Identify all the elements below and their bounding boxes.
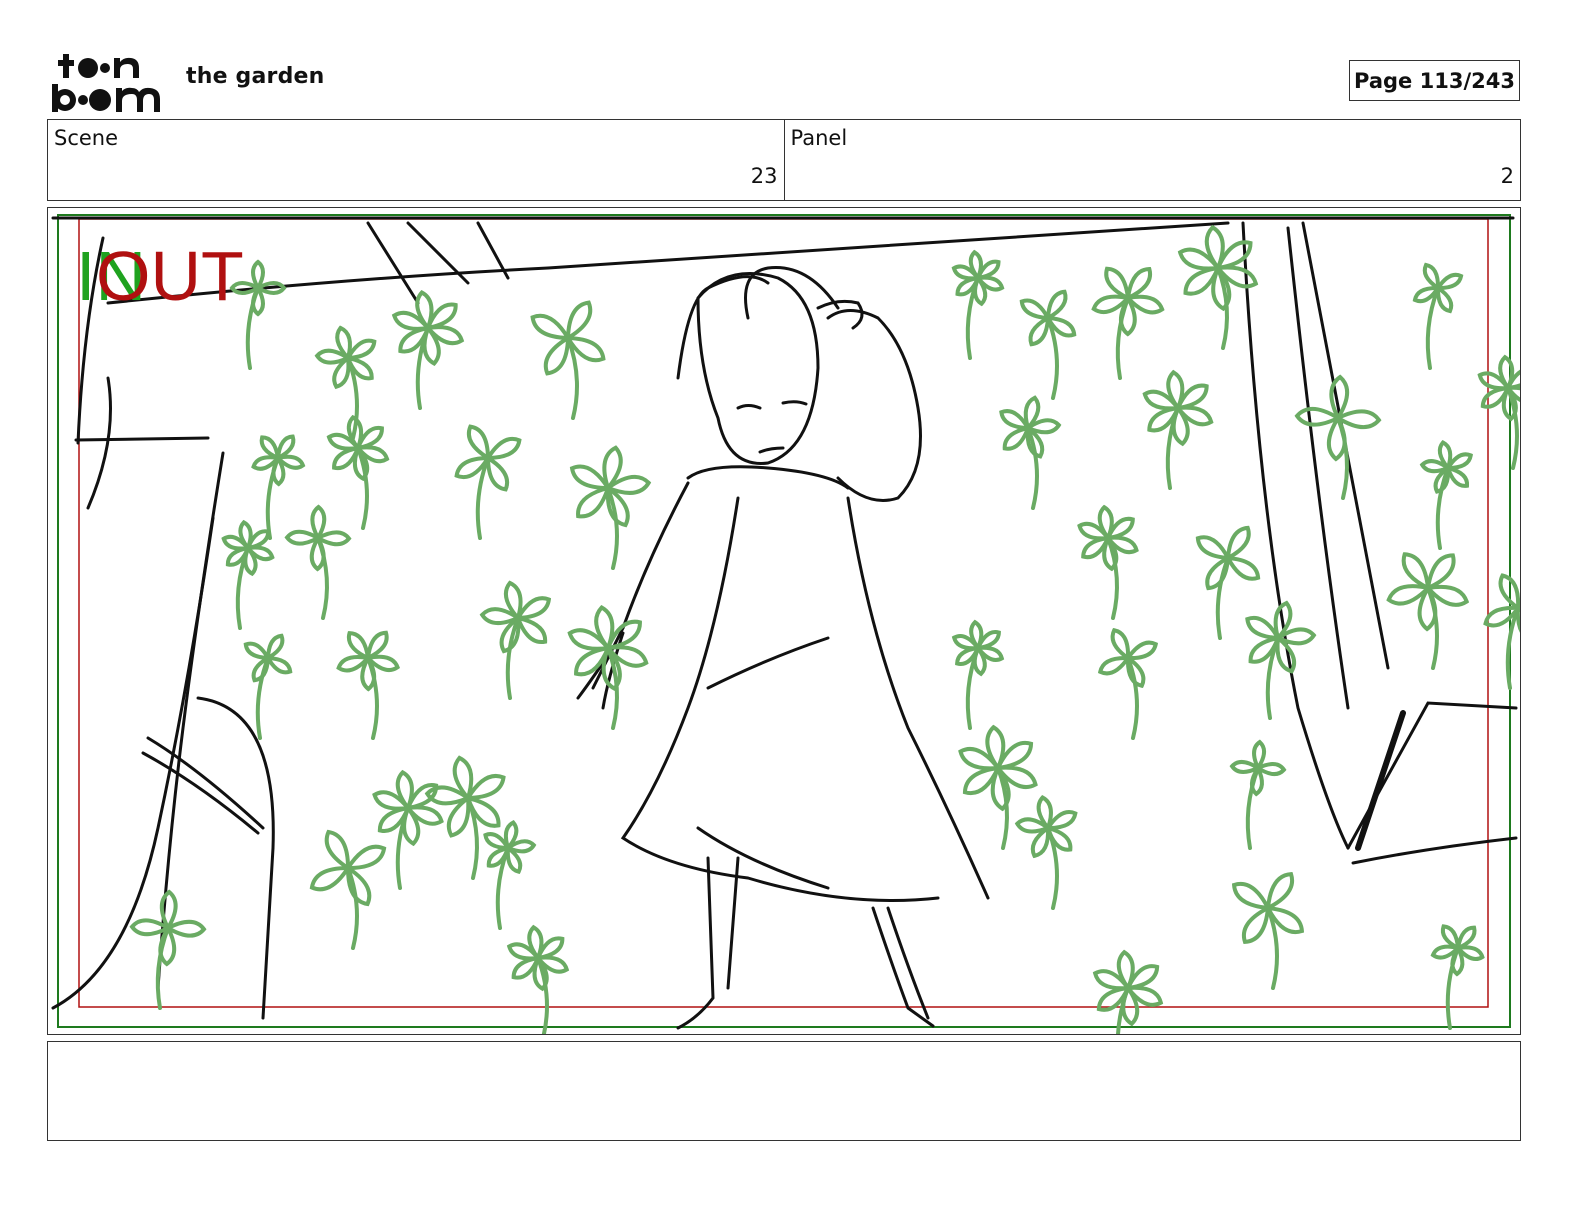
camera-frame-green bbox=[57, 214, 1511, 1028]
stem-stroke bbox=[1115, 296, 1130, 380]
leaf-stroke bbox=[1226, 556, 1261, 581]
leaf-stroke bbox=[1019, 298, 1050, 320]
stem-stroke bbox=[155, 926, 170, 1010]
leaf-stroke bbox=[1166, 369, 1185, 410]
leaf-stroke bbox=[324, 829, 351, 870]
out-marker: OUT bbox=[96, 237, 244, 315]
leaf-stroke bbox=[1440, 924, 1460, 950]
leaf-stroke bbox=[1456, 925, 1477, 950]
leaf-stroke bbox=[276, 434, 296, 460]
leaf-stroke bbox=[1002, 426, 1030, 451]
leaf-stroke bbox=[1226, 525, 1251, 560]
leaf-stroke bbox=[1046, 289, 1068, 320]
page-indicator-label: Page 113/243 bbox=[1354, 68, 1515, 93]
leaf-stroke bbox=[266, 656, 293, 675]
leaf-stroke bbox=[426, 325, 465, 346]
leaf-stroke bbox=[486, 436, 522, 460]
panel-cell: Panel 2 bbox=[783, 120, 1521, 200]
leaf-stroke bbox=[516, 596, 552, 620]
stem-stroke bbox=[245, 286, 260, 370]
leaf-stroke bbox=[310, 504, 327, 540]
scene-number: 23 bbox=[750, 164, 778, 188]
leaf-stroke bbox=[1195, 535, 1230, 560]
scene-label: Scene bbox=[54, 126, 119, 150]
leaf-stroke bbox=[1028, 316, 1050, 347]
project-title: the garden bbox=[186, 64, 325, 89]
leaf-stroke bbox=[346, 844, 387, 871]
leaf-stroke bbox=[1446, 466, 1470, 488]
toon-boom-logo bbox=[50, 50, 165, 114]
leaf-stroke bbox=[346, 631, 370, 660]
foliage-sketch bbox=[129, 224, 1520, 1034]
panel-sketch: IN OUT bbox=[51, 214, 1520, 1034]
leaf-stroke bbox=[1422, 262, 1441, 290]
leaf-stroke bbox=[1436, 272, 1464, 291]
leaf-stroke bbox=[259, 435, 280, 460]
leaf-stroke bbox=[243, 641, 270, 660]
leaf-stroke bbox=[516, 616, 548, 645]
leaf-stroke bbox=[1126, 985, 1164, 1007]
stem-stroke bbox=[366, 656, 379, 740]
leaf-stroke bbox=[1266, 871, 1295, 910]
leaf-stroke bbox=[266, 633, 285, 660]
leaf-stroke bbox=[1401, 552, 1430, 590]
stem-stroke bbox=[1245, 766, 1260, 850]
leaf-stroke bbox=[566, 300, 593, 340]
stem-stroke bbox=[265, 456, 280, 540]
leaf-stroke bbox=[1097, 655, 1130, 676]
leaf-stroke bbox=[1126, 266, 1153, 300]
leaf-stroke bbox=[1426, 553, 1456, 590]
leaf-stroke bbox=[316, 530, 352, 547]
background-sketch bbox=[51, 216, 1518, 1020]
stem-stroke bbox=[1445, 946, 1460, 1030]
leaf-stroke bbox=[1231, 881, 1270, 910]
leaf-stroke bbox=[1329, 374, 1350, 420]
page-indicator: Page 113/243 bbox=[1349, 60, 1520, 101]
leaf-stroke bbox=[486, 456, 510, 492]
leaf-stroke bbox=[1245, 615, 1280, 640]
panel-number: 2 bbox=[1500, 164, 1514, 188]
storyboard-panel: IN OUT bbox=[47, 207, 1521, 1035]
leaf-stroke bbox=[1241, 906, 1270, 945]
panel-label: Panel bbox=[790, 126, 848, 150]
leaf-stroke bbox=[576, 486, 610, 519]
character-sketch bbox=[576, 266, 990, 1030]
leaf-stroke bbox=[1104, 266, 1130, 300]
leaf-stroke bbox=[1126, 640, 1159, 661]
leaf-stroke bbox=[284, 529, 320, 546]
stem-stroke bbox=[316, 536, 329, 620]
leaf-stroke bbox=[530, 313, 570, 340]
leaf-stroke bbox=[1435, 286, 1454, 314]
scene-panel-info: Scene 23 Panel 2 bbox=[47, 119, 1521, 201]
leaf-stroke bbox=[251, 259, 265, 290]
leaf-stroke bbox=[1336, 409, 1382, 430]
leaf-stroke bbox=[159, 889, 178, 930]
leaf-stroke bbox=[309, 865, 350, 892]
leaf-stroke bbox=[1110, 627, 1131, 660]
leaf-stroke bbox=[366, 630, 389, 660]
leaf-stroke bbox=[985, 724, 1006, 770]
leaf-stroke bbox=[466, 773, 506, 800]
leaf-stroke bbox=[466, 424, 490, 460]
leaf-stroke bbox=[1294, 406, 1340, 427]
leaf-stroke bbox=[166, 919, 207, 938]
scene-cell: Scene 23 bbox=[48, 120, 784, 200]
panel-notes bbox=[47, 1041, 1521, 1141]
leaf-stroke bbox=[543, 336, 570, 376]
